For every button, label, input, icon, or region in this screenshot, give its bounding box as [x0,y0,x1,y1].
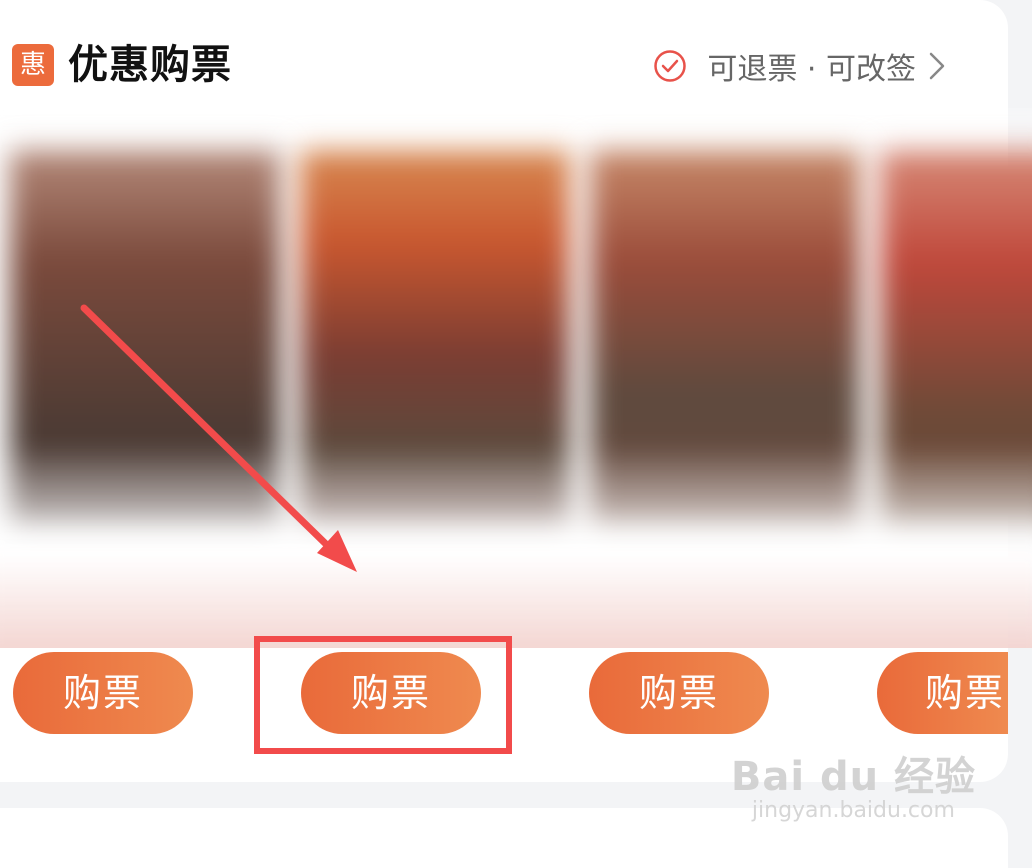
watermark-url: jingyan.baidu.com [751,798,955,823]
arrow-annotation-icon [80,304,357,572]
baidu-jingyan-watermark: Bai du 经验 jingyan.baidu.com [731,744,976,823]
watermark-logo-text: Bai du 经验 [730,754,976,800]
